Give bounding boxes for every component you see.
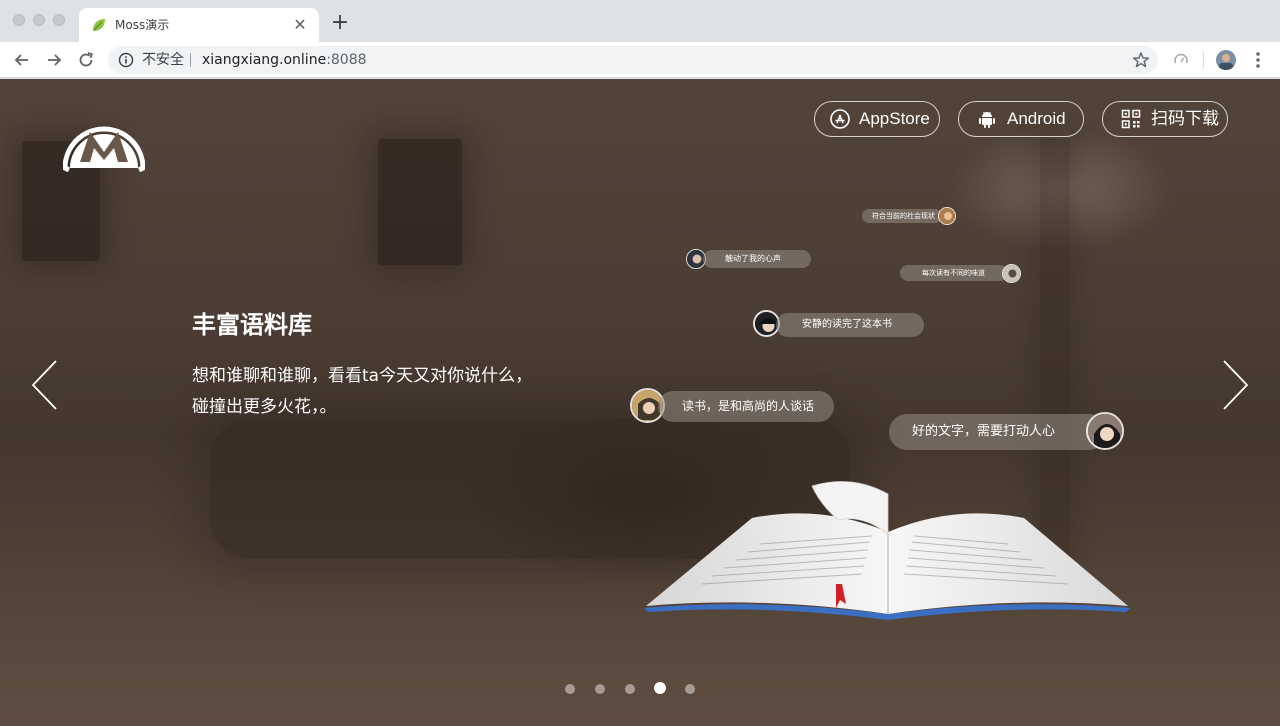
carousel-prev-arrow-icon[interactable] <box>30 359 60 411</box>
chat-bubble: 读书，是和高尚的人谈话 <box>658 391 834 422</box>
chat-bubble-text: 好的文字，需要打动人心 <box>912 424 1056 439</box>
android-label: Android <box>1007 109 1066 128</box>
url-host: xiangxiang.online <box>202 52 327 68</box>
appstore-download-button[interactable]: AppStore <box>814 101 940 137</box>
open-book-illustration <box>644 481 1130 620</box>
leaf-icon <box>93 19 105 31</box>
url-port: :8088 <box>326 52 367 68</box>
chat-bubble: 好的文字，需要打动人心 <box>889 414 1107 450</box>
chat-avatar <box>1002 264 1021 283</box>
carousel-next-arrow-icon[interactable] <box>1220 359 1250 411</box>
tab-close-icon[interactable]: ✕ <box>291 16 309 34</box>
window-minimize-button[interactable] <box>33 14 45 26</box>
carousel-pagination <box>560 682 700 696</box>
qrcode-icon <box>1121 109 1141 129</box>
toolbar-divider <box>1203 51 1204 69</box>
carousel-dot-4[interactable] <box>654 682 666 694</box>
address-separator <box>190 53 191 67</box>
carousel-dot-5[interactable] <box>685 684 695 694</box>
new-tab-button[interactable]: + <box>330 12 350 34</box>
chat-avatar <box>1086 412 1124 450</box>
more-menu-icon[interactable] <box>1250 50 1266 70</box>
tab-title: Moss演示 <box>115 18 170 32</box>
back-arrow-icon[interactable] <box>12 50 32 70</box>
info-icon[interactable] <box>118 52 134 68</box>
qrcode-label: 扫码下载 <box>1151 109 1219 128</box>
chat-bubble: 安静的读完了这本书 <box>776 313 924 337</box>
chat-bubble-text: 触动了我的心声 <box>725 254 781 263</box>
window-zoom-button[interactable] <box>53 14 65 26</box>
appstore-icon <box>830 109 850 129</box>
carousel-dot-2[interactable] <box>595 684 605 694</box>
slide-description-line: 想和谁聊和谁聊，看看ta今天又对你说什么， <box>192 366 533 386</box>
bookmark-star-icon[interactable] <box>1132 51 1150 69</box>
reload-icon[interactable] <box>76 50 96 70</box>
profile-avatar-icon <box>1216 50 1236 70</box>
browser-tab-strip: Moss演示 ✕ + <box>0 0 1280 42</box>
slide-description-line: 碰撞出更多火花，。 <box>192 397 337 417</box>
window-close-button[interactable] <box>13 14 25 26</box>
profile-avatar[interactable] <box>1216 50 1236 70</box>
chat-bubble: 每次读有不同的味道 <box>900 265 1008 281</box>
carousel-dot-3[interactable] <box>625 684 635 694</box>
android-icon <box>979 111 995 128</box>
url-text[interactable]: xiangxiang.online:8088 <box>202 51 367 69</box>
moss-logo-icon[interactable] <box>63 110 145 172</box>
appstore-label: AppStore <box>859 109 930 128</box>
qrcode-download-button[interactable]: 扫码下载 <box>1102 101 1228 137</box>
chat-bubble-text: 符合当前的社会现状 <box>872 212 935 220</box>
speed-dial-icon[interactable] <box>1172 51 1190 69</box>
hero-carousel: AppStore Android 扫码下载 丰富语料库 想和谁聊和谁聊，看看ta… <box>0 79 1280 726</box>
forward-arrow-icon[interactable] <box>44 50 64 70</box>
browser-toolbar: 不安全 xiangxiang.online:8088 <box>0 42 1280 78</box>
chat-bubble-text: 安静的读完了这本书 <box>802 319 892 330</box>
address-bar[interactable]: 不安全 xiangxiang.online:8088 <box>108 46 1158 74</box>
chat-bubble-text: 每次读有不同的味道 <box>922 269 985 277</box>
carousel-dot-1[interactable] <box>565 684 575 694</box>
chat-avatar <box>938 207 956 225</box>
chat-bubble: 符合当前的社会现状 <box>862 209 942 223</box>
security-status-label: 不安全 <box>142 52 184 68</box>
slide-description: 想和谁聊和谁聊，看看ta今天又对你说什么， 碰撞出更多火花，。 <box>192 361 572 423</box>
chat-bubble-text: 读书，是和高尚的人谈话 <box>682 399 815 413</box>
slide-headline: 丰富语料库 <box>192 311 312 339</box>
android-download-button[interactable]: Android <box>958 101 1084 137</box>
chat-bubble: 触动了我的心声 <box>703 250 811 268</box>
browser-tab-active[interactable]: Moss演示 ✕ <box>79 8 319 42</box>
